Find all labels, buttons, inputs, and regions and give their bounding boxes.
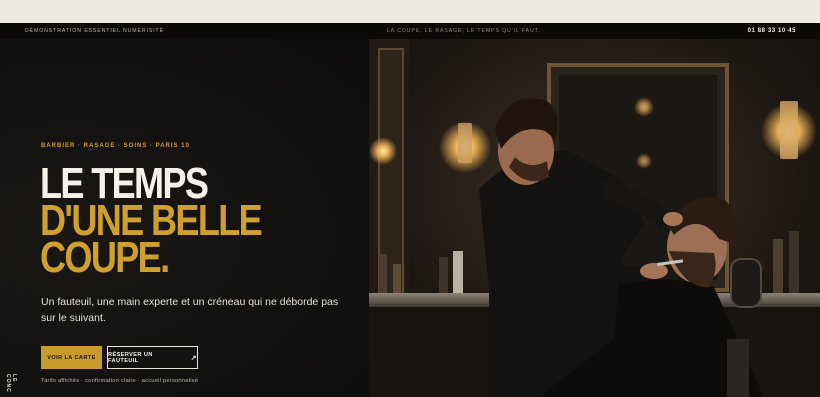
- hero-text-panel: Barbier · Rasage · Soins · Paris 10 Le t…: [0, 39, 369, 397]
- hero-eyebrow: Barbier · Rasage · Soins · Paris 10: [41, 143, 190, 149]
- announcement-center: La coupe, le rasage, le temps qu'il faut…: [387, 28, 541, 34]
- book-chair-label: Réserver un fauteuil: [108, 351, 153, 364]
- hero-headline: Le temps d'une belle coupe.: [40, 162, 263, 280]
- hero-lede: Un fauteuil, une main experte et un crén…: [41, 296, 339, 324]
- barbershop-photo: [369, 39, 820, 397]
- top-gap: [0, 0, 820, 23]
- hero-fineprint: Tarifs affichés · confirmation claire · …: [41, 378, 199, 384]
- view-menu-button[interactable]: Voir la carte: [41, 346, 102, 369]
- vertical-side-label: Le conc: [5, 374, 17, 393]
- book-chair-button[interactable]: Réserver un fauteuil ↗: [107, 346, 198, 369]
- barbershop-illustration: [369, 39, 820, 397]
- announcement-bar: Démonstration Essentiel Numérisité La co…: [0, 23, 820, 39]
- arrow-up-right-icon: ↗: [190, 354, 197, 362]
- phone-link[interactable]: 01 88 33 10 45: [748, 28, 796, 34]
- announcement-left: Démonstration Essentiel Numérisité: [25, 28, 164, 34]
- hero-section: Barbier · Rasage · Soins · Paris 10 Le t…: [0, 39, 820, 397]
